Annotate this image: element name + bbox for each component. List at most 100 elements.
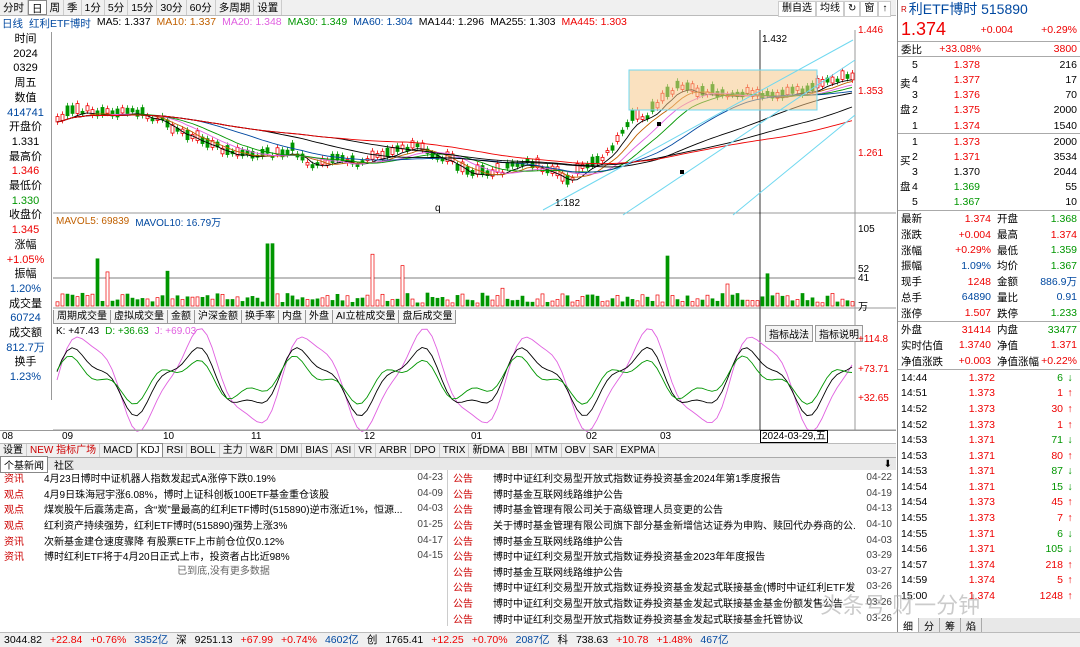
price-axis-3: 1.261: [858, 148, 884, 159]
download-icon[interactable]: ⬇: [884, 459, 892, 470]
order-book-row[interactable]: 4 1.377 17: [898, 72, 1080, 87]
order-book-row[interactable]: 1 1.373 2000: [898, 134, 1080, 149]
period-tab[interactable]: 季: [64, 0, 82, 15]
arrow-down-icon: ↓: [1067, 527, 1073, 540]
news-item[interactable]: 观点 红利资产持续强势，红利ETF博时(515890)强势上涨3% 01-25: [0, 517, 447, 533]
volume-bar: [625, 296, 630, 307]
period-tab[interactable]: 设置: [254, 0, 283, 15]
news-title[interactable]: 博时中证红利交易型开放式指数证券投资基金发起式联接基金托管协议: [493, 611, 856, 626]
news-item[interactable]: 资讯 4月23日博时中证机器人指数发起式A涨停下跌0.19% 04-23: [0, 470, 447, 486]
kdj-button[interactable]: 指标说明: [815, 325, 863, 342]
news-title[interactable]: 博时基金互联网线路维护公告: [493, 486, 856, 501]
news-title[interactable]: 4月9日珠海冠宇涨6.08%，博时上证科创板100ETF基金重仓该股: [44, 486, 407, 501]
indicator-tab[interactable]: 新DMA: [469, 444, 509, 457]
candle: [215, 139, 220, 151]
order-book-row[interactable]: 2 1.375 2000: [898, 103, 1080, 118]
kdj-button[interactable]: 指标战法: [765, 325, 813, 342]
news-title[interactable]: 博时红利ETF将于4月20日正式上市，投资者占比近98%: [44, 548, 407, 563]
news-item[interactable]: 观点 4月9日珠海冠宇涨6.08%，博时上证科创板100ETF基金重仓该股 04-0…: [0, 486, 447, 502]
status-item: 科: [557, 634, 568, 646]
volume-tab[interactable]: 盘后成交量: [398, 310, 457, 324]
news-title[interactable]: 博时中证红利交易型开放式指数证券投资基金发起式联接基金基金份额发售公告: [493, 595, 856, 610]
news-title[interactable]: 红利资产持续强势，红利ETF博时(515890)强势上涨3%: [44, 517, 407, 532]
volume-tab[interactable]: 虚拟成交量: [110, 310, 168, 324]
period-tab[interactable]: 分时: [0, 0, 28, 15]
news-item[interactable]: 公告 博时基金互联网线路维护公告 04-19: [449, 486, 896, 502]
info-line: 最低价: [9, 180, 42, 193]
indicator-tab[interactable]: MTM: [532, 444, 562, 457]
volume-tab[interactable]: 沪深金额: [194, 310, 242, 324]
indicator-tab[interactable]: VR: [355, 444, 377, 457]
volume-tab[interactable]: 金额: [167, 310, 195, 324]
news-item[interactable]: 资讯 博时红利ETF将于4月20日正式上市，投资者占比近98% 04-15: [0, 548, 447, 564]
indicator-tab[interactable]: BOLL: [187, 444, 220, 457]
indicator-tab[interactable]: TRIX: [440, 444, 470, 457]
news-item[interactable]: 公告 博时基金互联网线路维护公告 04-03: [449, 532, 896, 548]
volume-tab[interactable]: 周期成交量: [53, 310, 111, 324]
news-title[interactable]: 煤炭股午后震荡走高，含“炭”量最高的红利ETF博时(515890)逆市涨近1%，…: [44, 501, 407, 516]
period-tab[interactable]: 1分: [82, 0, 105, 15]
news-item[interactable]: 观点 煤炭股午后震荡走高，含“炭”量最高的红利ETF博时(515890)逆市涨近1…: [0, 501, 447, 517]
period-tab[interactable]: 周: [47, 0, 64, 15]
indicator-tab[interactable]: OBV: [562, 444, 590, 457]
news-item[interactable]: 公告 博时中证红利交易型开放式指数证券投资基金2024年第1季度报告 04-22: [449, 470, 896, 486]
period-tab[interactable]: 30分: [157, 0, 187, 15]
period-tab[interactable]: 日: [28, 0, 47, 15]
period-tab[interactable]: 5分: [105, 0, 129, 15]
news-item[interactable]: 公告 博时基金管理有限公司关于高级管理人员变更的公告 04-13: [449, 501, 896, 517]
order-book-row[interactable]: 5 1.367 10: [898, 195, 1080, 210]
news-item[interactable]: 公告 博时基金互联网线路维护公告 03-27: [449, 564, 896, 580]
indicator-tab[interactable]: EXPMA: [617, 444, 660, 457]
order-book-row[interactable]: 4 1.369 55: [898, 180, 1080, 195]
news-item[interactable]: 公告 关于博时基金管理有限公司旗下部分基金新增信达证券为申购、赎回代办券商的公..…: [449, 517, 896, 533]
indicator-tab[interactable]: ASI: [332, 444, 356, 457]
indicator-tab[interactable]: RSI: [163, 444, 188, 457]
indicator-tab[interactable]: KDJ: [136, 443, 164, 458]
indicator-tab[interactable]: 主力: [220, 444, 247, 457]
news-title[interactable]: 4月23日博时中证机器人指数发起式A涨停下跌0.19%: [44, 470, 407, 485]
candle: [220, 145, 225, 157]
toolbar-button[interactable]: 删自选: [778, 1, 816, 17]
news-item[interactable]: 资讯 次新基金建仓速度骤降 有股票ETF上市前仓位仅0.12% 04-17: [0, 532, 447, 548]
indicator-tab[interactable]: MACD: [100, 444, 137, 457]
volume-tab[interactable]: 内盘: [278, 310, 306, 324]
order-book-row[interactable]: 2 1.371 3534: [898, 149, 1080, 164]
news-title[interactable]: 次新基金建仓速度骤降 有股票ETF上市前仓位仅0.12%: [44, 533, 407, 548]
toolbar-button[interactable]: ↻: [844, 1, 861, 17]
volume-tab[interactable]: 外盘: [305, 310, 333, 324]
volume-tab[interactable]: 换手率: [241, 310, 279, 324]
chart-area[interactable]: [53, 30, 896, 470]
tick-volume: 80: [1051, 449, 1063, 462]
period-tab[interactable]: 15分: [128, 0, 158, 15]
toolbar-button[interactable]: 均线: [816, 1, 844, 17]
volume-tab[interactable]: AI立桩成交量: [332, 310, 400, 324]
indicator-tab[interactable]: BIAS: [302, 444, 333, 457]
order-book-row[interactable]: 3 1.376 70: [898, 88, 1080, 103]
news-title[interactable]: 关于博时基金管理有限公司旗下部分基金新增信达证券为申购、赎回代办券商的公...: [493, 517, 856, 532]
news-item[interactable]: 公告 博时中证红利交易型开放式指数证券投资基金2023年年度报告 03-29: [449, 548, 896, 564]
level-volume: 17: [1065, 73, 1077, 86]
toolbar-button[interactable]: ↑: [878, 1, 892, 17]
news-title[interactable]: 博时基金互联网线路维护公告: [493, 533, 856, 548]
stat-value: +0.003: [958, 355, 991, 368]
volume-bar: [455, 295, 460, 307]
news-title[interactable]: 博时基金互联网线路维护公告: [493, 564, 856, 579]
news-title[interactable]: 博时中证红利交易型开放式指数证券投资基金2024年第1季度报告: [493, 470, 856, 485]
news-title[interactable]: 博时基金管理有限公司关于高级管理人员变更的公告: [493, 501, 856, 516]
indicator-tab[interactable]: BBI: [509, 444, 532, 457]
period-tab[interactable]: 多周期: [216, 0, 255, 15]
indicator-tab[interactable]: DMI: [277, 444, 303, 457]
indicator-tab[interactable]: W&R: [247, 444, 278, 457]
indicator-tab[interactable]: ARBR: [376, 444, 412, 457]
indicator-tab[interactable]: SAR: [590, 444, 618, 457]
tick-row: 14:51 1.373 1 ↑: [898, 386, 1080, 402]
level-volume: 216: [1059, 58, 1077, 71]
order-book-row[interactable]: 3 1.370 2044: [898, 165, 1080, 180]
indicator-tab[interactable]: DPO: [411, 444, 440, 457]
news-title[interactable]: 博时中证红利交易型开放式指数证券投资基金发起式联接基金(博时中证红利ETF发..…: [493, 579, 856, 594]
order-book-row[interactable]: 5 1.378 216: [898, 57, 1080, 72]
news-title[interactable]: 博时中证红利交易型开放式指数证券投资基金2023年年度报告: [493, 548, 856, 563]
order-book-row[interactable]: 1 1.374 1540: [898, 118, 1080, 133]
toolbar-button[interactable]: 窗: [860, 1, 879, 17]
period-tab[interactable]: 60分: [187, 0, 216, 15]
